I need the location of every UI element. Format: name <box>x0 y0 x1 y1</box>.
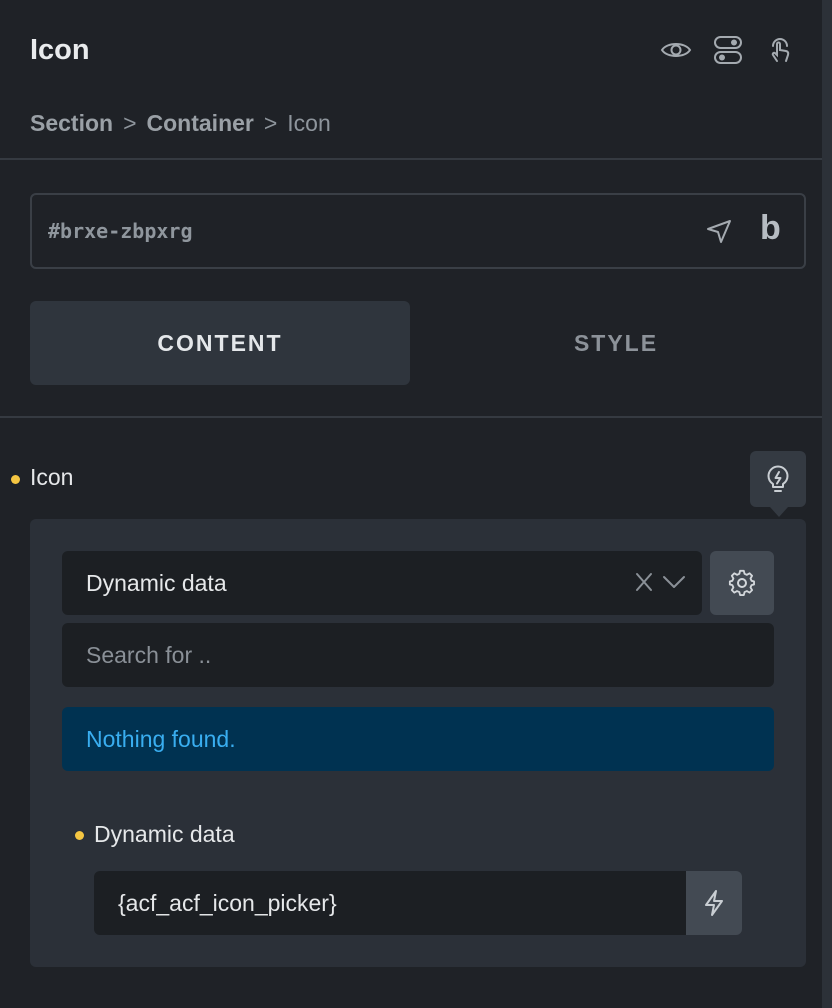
breadcrumb-separator: > <box>263 110 278 136</box>
tab-content[interactable]: CONTENT <box>30 301 410 385</box>
header-divider <box>0 158 822 160</box>
panel-header: Icon <box>30 34 796 70</box>
icon-control-label: Icon <box>30 464 74 490</box>
toggle-icon[interactable] <box>712 34 744 66</box>
nothing-found-notice: Nothing found. <box>62 707 774 771</box>
eye-icon[interactable] <box>660 34 692 66</box>
close-icon[interactable] <box>634 571 654 593</box>
dynamic-data-label: Dynamic data <box>94 821 235 847</box>
select-value: Dynamic data <box>86 570 227 596</box>
icon-library-select[interactable]: Dynamic data <box>62 551 702 615</box>
gear-icon <box>728 569 755 596</box>
lightbulb-icon <box>767 465 789 492</box>
panel-title: Icon <box>30 34 90 66</box>
control-changed-dot <box>11 475 20 484</box>
notice-text: Nothing found. <box>86 726 236 752</box>
lightbulb-button[interactable] <box>750 451 806 517</box>
tabs-divider <box>0 416 822 418</box>
icon-popup: Dynamic data Nothing found. Dynamic data… <box>30 519 806 967</box>
element-panel: Icon Section > Container > Icon #brxe-zb… <box>0 0 822 1008</box>
icon-search-input[interactable] <box>62 623 774 687</box>
element-id-value: #brxe-zbpxrg <box>48 219 193 243</box>
panel-scrollbar[interactable] <box>822 0 832 1008</box>
bricks-logo-icon[interactable]: b <box>760 209 781 248</box>
breadcrumb: Section > Container > Icon <box>30 110 331 137</box>
breadcrumb-separator: > <box>123 110 137 136</box>
cursor-arrow-icon[interactable] <box>704 217 734 247</box>
tab-style[interactable]: STYLE <box>426 301 806 385</box>
breadcrumb-item-icon: Icon <box>287 110 331 136</box>
dynamic-data-value: {acf_acf_icon_picker} <box>118 890 337 916</box>
element-id-field[interactable]: #brxe-zbpxrg b <box>30 193 806 269</box>
panel-tabs: CONTENT STYLE <box>30 301 802 385</box>
breadcrumb-item-section[interactable]: Section <box>30 110 113 136</box>
header-actions <box>660 34 796 66</box>
dynamic-data-changed-dot <box>75 831 84 840</box>
breadcrumb-item-container[interactable]: Container <box>147 110 254 136</box>
touch-icon[interactable] <box>764 34 796 66</box>
chevron-down-icon[interactable] <box>662 571 686 593</box>
settings-button[interactable] <box>710 551 774 615</box>
dynamic-data-input[interactable]: {acf_acf_icon_picker} <box>94 871 686 935</box>
dynamic-data-button[interactable] <box>686 871 742 935</box>
lightning-bolt-icon <box>705 890 723 916</box>
